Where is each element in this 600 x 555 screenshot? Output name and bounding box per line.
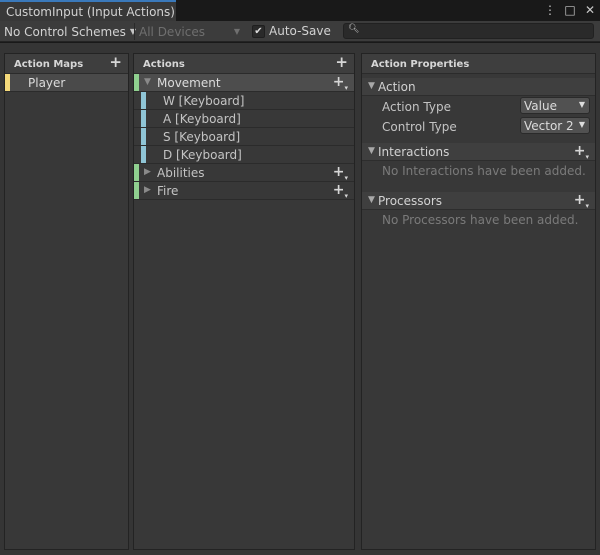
binding-item-d[interactable]: D [Keyboard] xyxy=(134,146,354,164)
action-type-dropdown[interactable]: Value ▼ xyxy=(520,97,590,114)
close-icon[interactable]: ✕ xyxy=(584,3,596,17)
control-type-label: Control Type xyxy=(382,120,457,134)
actions-header: Actions + xyxy=(134,54,354,74)
add-action-button[interactable]: + xyxy=(335,55,348,70)
control-type-row: Control Type Vector 2 ▼ xyxy=(362,116,595,136)
search-icon: 🔍︎ xyxy=(348,24,360,34)
chevron-down-icon: ▼ xyxy=(233,27,240,36)
checkmark-icon: ✔ xyxy=(254,25,263,37)
binding-label: S [Keyboard] xyxy=(163,130,241,144)
action-type-row: Action Type Value ▼ xyxy=(362,96,595,116)
processors-section-header[interactable]: ▼ Processors +▾ xyxy=(362,192,595,210)
auto-save-checkbox[interactable]: ✔ xyxy=(252,24,265,38)
add-binding-button[interactable]: +▾ xyxy=(333,164,348,182)
expanded-triangle-icon: ▼ xyxy=(368,146,375,156)
expanded-triangle-icon[interactable]: ▼ xyxy=(144,77,151,87)
window-title-bar: CustomInput (Input Actions) ⋮ □ ✕ xyxy=(0,0,600,21)
collapsed-triangle-icon[interactable]: ▶ xyxy=(144,185,151,195)
control-type-value: Vector 2 xyxy=(524,119,574,133)
control-schemes-dropdown[interactable]: No Control Schemes ▼ xyxy=(4,23,136,40)
action-type-label: Action Type xyxy=(382,100,451,114)
collapsed-triangle-icon[interactable]: ▶ xyxy=(144,167,151,177)
control-schemes-label: No Control Schemes xyxy=(4,24,126,39)
interactions-section-header[interactable]: ▼ Interactions +▾ xyxy=(362,143,595,161)
binding-color-stripe xyxy=(141,146,146,163)
binding-item-s[interactable]: S [Keyboard] xyxy=(134,128,354,146)
processors-empty-message: No Processors have been added. xyxy=(382,213,579,227)
section-title: Action xyxy=(378,80,416,94)
devices-dropdown[interactable]: All Devices ▼ xyxy=(134,23,244,40)
action-maps-title: Action Maps xyxy=(14,59,84,70)
action-label: Abilities xyxy=(157,166,205,180)
action-properties-panel: Action Properties ▼ Action Action Type V… xyxy=(361,53,596,550)
expanded-triangle-icon: ▼ xyxy=(368,81,375,91)
interactions-empty-message: No Interactions have been added. xyxy=(382,164,586,178)
toolbar: No Control Schemes ▼ All Devices ▼ ✔ Aut… xyxy=(0,21,600,42)
window-controls: ⋮ □ ✕ xyxy=(544,3,596,17)
binding-item-a[interactable]: A [Keyboard] xyxy=(134,110,354,128)
binding-color-stripe xyxy=(141,110,146,127)
section-title: Processors xyxy=(378,194,443,208)
editor-main: Action Maps + Player Actions + ▼ Movemen… xyxy=(0,43,600,555)
action-maps-header: Action Maps + xyxy=(5,54,128,74)
action-maps-panel: Action Maps + Player xyxy=(4,53,129,550)
binding-label: A [Keyboard] xyxy=(163,112,241,126)
auto-save-label: Auto-Save xyxy=(269,24,331,38)
action-label: Fire xyxy=(157,184,179,198)
binding-item-w[interactable]: W [Keyboard] xyxy=(134,92,354,110)
actions-title: Actions xyxy=(143,59,185,70)
binding-color-stripe xyxy=(141,128,146,145)
action-map-item-player[interactable]: Player xyxy=(5,74,128,92)
action-map-color-stripe xyxy=(5,74,10,91)
binding-label: D [Keyboard] xyxy=(163,148,242,162)
window-tab[interactable]: CustomInput (Input Actions) xyxy=(0,0,176,21)
binding-label: W [Keyboard] xyxy=(163,94,245,108)
action-map-label: Player xyxy=(28,76,66,90)
action-color-stripe xyxy=(134,74,139,91)
search-input[interactable]: 🔍︎ xyxy=(343,23,594,39)
devices-label: All Devices xyxy=(139,24,205,39)
add-interaction-button[interactable]: +▾ xyxy=(574,143,589,161)
auto-save-toggle[interactable]: ✔ Auto-Save xyxy=(252,24,331,38)
kebab-menu-icon[interactable]: ⋮ xyxy=(544,3,556,17)
add-binding-button[interactable]: +▾ xyxy=(333,74,348,92)
actions-panel: Actions + ▼ Movement +▾ W [Keyboard] A [… xyxy=(133,53,355,550)
maximize-icon[interactable]: □ xyxy=(564,3,576,17)
action-color-stripe xyxy=(134,164,139,181)
action-item-fire[interactable]: ▶ Fire +▾ xyxy=(134,182,354,200)
add-action-map-button[interactable]: + xyxy=(109,55,122,70)
add-processor-button[interactable]: +▾ xyxy=(574,192,589,210)
action-item-abilities[interactable]: ▶ Abilities +▾ xyxy=(134,164,354,182)
action-color-stripe xyxy=(134,182,139,199)
chevron-down-icon: ▼ xyxy=(578,120,585,129)
action-type-value: Value xyxy=(524,99,557,113)
expanded-triangle-icon: ▼ xyxy=(368,195,375,205)
action-label: Movement xyxy=(157,76,221,90)
action-properties-title: Action Properties xyxy=(371,59,470,70)
chevron-down-icon: ▼ xyxy=(578,100,585,109)
control-type-dropdown[interactable]: Vector 2 ▼ xyxy=(520,117,590,134)
window-title: CustomInput (Input Actions) xyxy=(6,5,175,19)
action-item-movement[interactable]: ▼ Movement +▾ xyxy=(134,74,354,92)
binding-color-stripe xyxy=(141,92,146,109)
section-title: Interactions xyxy=(378,145,450,159)
action-properties-header: Action Properties xyxy=(362,54,595,74)
action-section-header[interactable]: ▼ Action xyxy=(362,78,595,96)
add-binding-button[interactable]: +▾ xyxy=(333,182,348,200)
